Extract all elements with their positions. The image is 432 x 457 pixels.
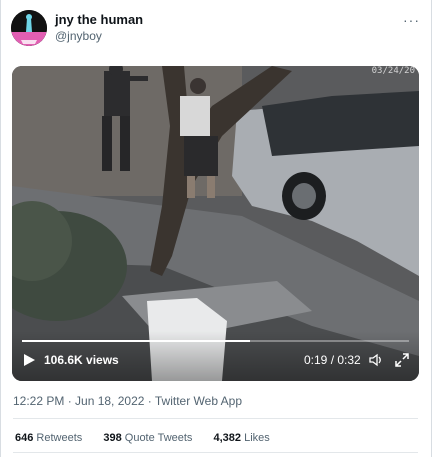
- retweets-stat[interactable]: 646 Retweets: [15, 432, 82, 444]
- view-count: 106.6K views: [44, 353, 119, 367]
- display-name[interactable]: jny the human: [55, 12, 143, 27]
- video-player[interactable]: 03/24/20 106.6K views 0:19 / 0:32: [12, 66, 419, 381]
- likes-label: Likes: [244, 432, 270, 444]
- divider: [13, 418, 418, 419]
- volume-icon[interactable]: [368, 352, 384, 368]
- progress-bar[interactable]: [22, 340, 409, 342]
- avatar-image: [11, 10, 47, 46]
- user-handle[interactable]: @jnyboy: [55, 29, 102, 43]
- video-timestamp-overlay: 03/24/20: [371, 66, 415, 76]
- fullscreen-icon[interactable]: [394, 352, 410, 368]
- tweet-timestamp[interactable]: 12:22 PM · Jun 18, 2022 · Twitter Web Ap…: [13, 394, 242, 408]
- divider: [13, 452, 418, 453]
- more-options-icon[interactable]: ···: [403, 12, 420, 28]
- avatar[interactable]: [11, 10, 47, 46]
- likes-count: 4,382: [213, 432, 242, 444]
- quote-tweets-label: Quote Tweets: [124, 432, 193, 444]
- retweets-count: 646: [15, 432, 34, 444]
- retweets-label: Retweets: [36, 432, 83, 444]
- quote-tweets-stat[interactable]: 398 Quote Tweets: [103, 432, 192, 444]
- likes-stat[interactable]: 4,382 Likes: [214, 432, 270, 444]
- quote-tweets-count: 398: [103, 432, 122, 444]
- tweet-card: jny the human @jnyboy ··· 03/24/20 106.6…: [0, 0, 432, 457]
- video-controls: 106.6K views 0:19 / 0:32: [12, 331, 419, 381]
- play-icon[interactable]: [22, 353, 36, 367]
- progress-fill: [22, 340, 251, 342]
- video-time: 0:19 / 0:32: [304, 353, 361, 367]
- tweet-stats: 646 Retweets 398 Quote Tweets 4,382 Like…: [15, 432, 288, 444]
